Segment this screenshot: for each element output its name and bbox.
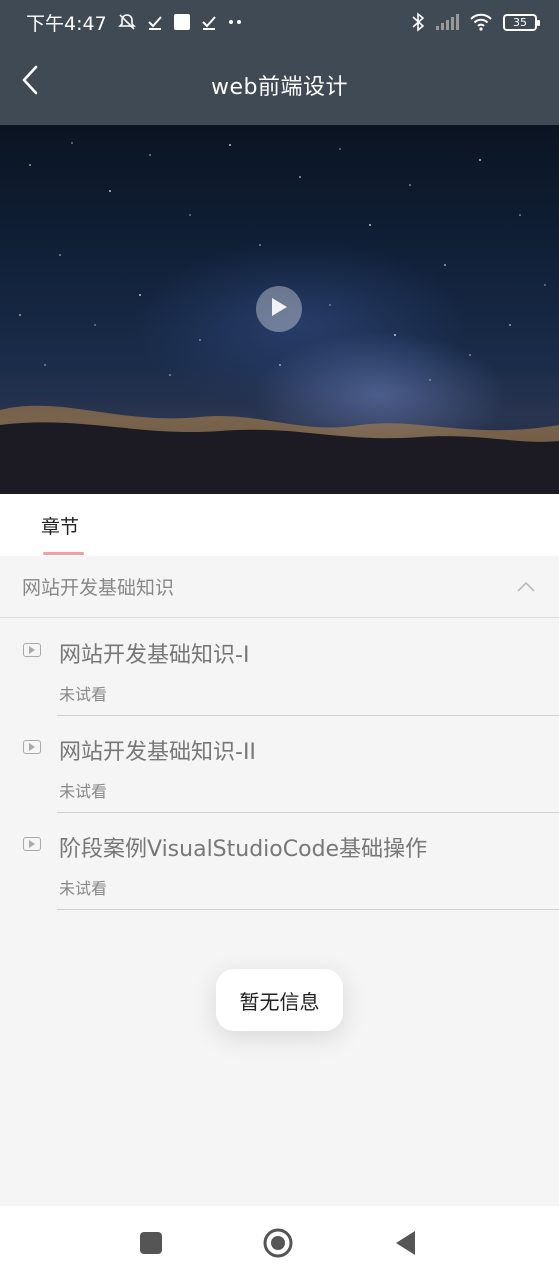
video-lesson-icon — [23, 740, 41, 754]
signal-icon — [435, 14, 459, 30]
system-back-button[interactable] — [390, 1230, 420, 1260]
chapter-header[interactable]: 网站开发基础知识 — [0, 556, 559, 618]
lesson-title: 网站开发基础知识-I — [59, 643, 250, 668]
divider — [57, 909, 559, 910]
video-lesson-icon — [23, 643, 41, 657]
more-dots-icon — [227, 18, 243, 26]
lesson-title: 阶段案例VisualStudioCode基础操作 — [59, 837, 428, 862]
lesson-item[interactable]: 网站开发基础知识-II 未试看 — [0, 716, 559, 813]
triangle-back-icon — [393, 1229, 417, 1261]
lesson-item[interactable]: 网站开发基础知识-I 未试看 — [0, 619, 559, 716]
square-icon — [173, 13, 191, 31]
chapter-title: 网站开发基础知识 — [22, 577, 175, 599]
status-bar: 下午4:47 35 — [0, 0, 559, 44]
battery-icon: 35 — [503, 13, 540, 31]
page-title: web前端设计 — [211, 74, 348, 100]
toast-message: 暂无信息 — [216, 969, 343, 1031]
lesson-item[interactable]: 阶段案例VisualStudioCode基础操作 未试看 — [0, 813, 559, 910]
square-icon — [139, 1231, 163, 1259]
chevron-left-icon — [20, 64, 40, 100]
tab-indicator — [43, 552, 84, 555]
check-icon — [147, 14, 163, 30]
bluetooth-icon — [411, 12, 425, 32]
status-right: 35 — [411, 12, 540, 32]
lesson-title: 网站开发基础知识-II — [59, 740, 256, 765]
chevron-up-icon — [517, 578, 535, 597]
lesson-status: 未试看 — [59, 685, 108, 704]
video-player[interactable] — [0, 125, 559, 494]
status-time: 下午4:47 — [26, 12, 107, 35]
recent-apps-button[interactable] — [136, 1230, 166, 1260]
play-icon — [270, 297, 288, 321]
tab-chapters[interactable]: 章节 — [41, 512, 79, 539]
video-lesson-icon — [23, 837, 41, 851]
wifi-icon — [469, 13, 493, 31]
lesson-status: 未试看 — [59, 879, 108, 898]
back-button[interactable] — [12, 64, 48, 100]
home-button[interactable] — [262, 1227, 294, 1263]
lesson-status: 未试看 — [59, 782, 108, 801]
tab-bar: 章节 — [0, 494, 559, 556]
top-bar: 下午4:47 35 web前端设计 — [0, 0, 559, 125]
circle-icon — [262, 1227, 294, 1263]
status-left: 下午4:47 — [26, 9, 243, 36]
check-icon — [201, 14, 217, 30]
system-nav-bar — [0, 1206, 559, 1280]
alarm-off-icon — [117, 12, 137, 32]
play-button[interactable] — [256, 286, 302, 332]
header: web前端设计 — [0, 44, 559, 125]
